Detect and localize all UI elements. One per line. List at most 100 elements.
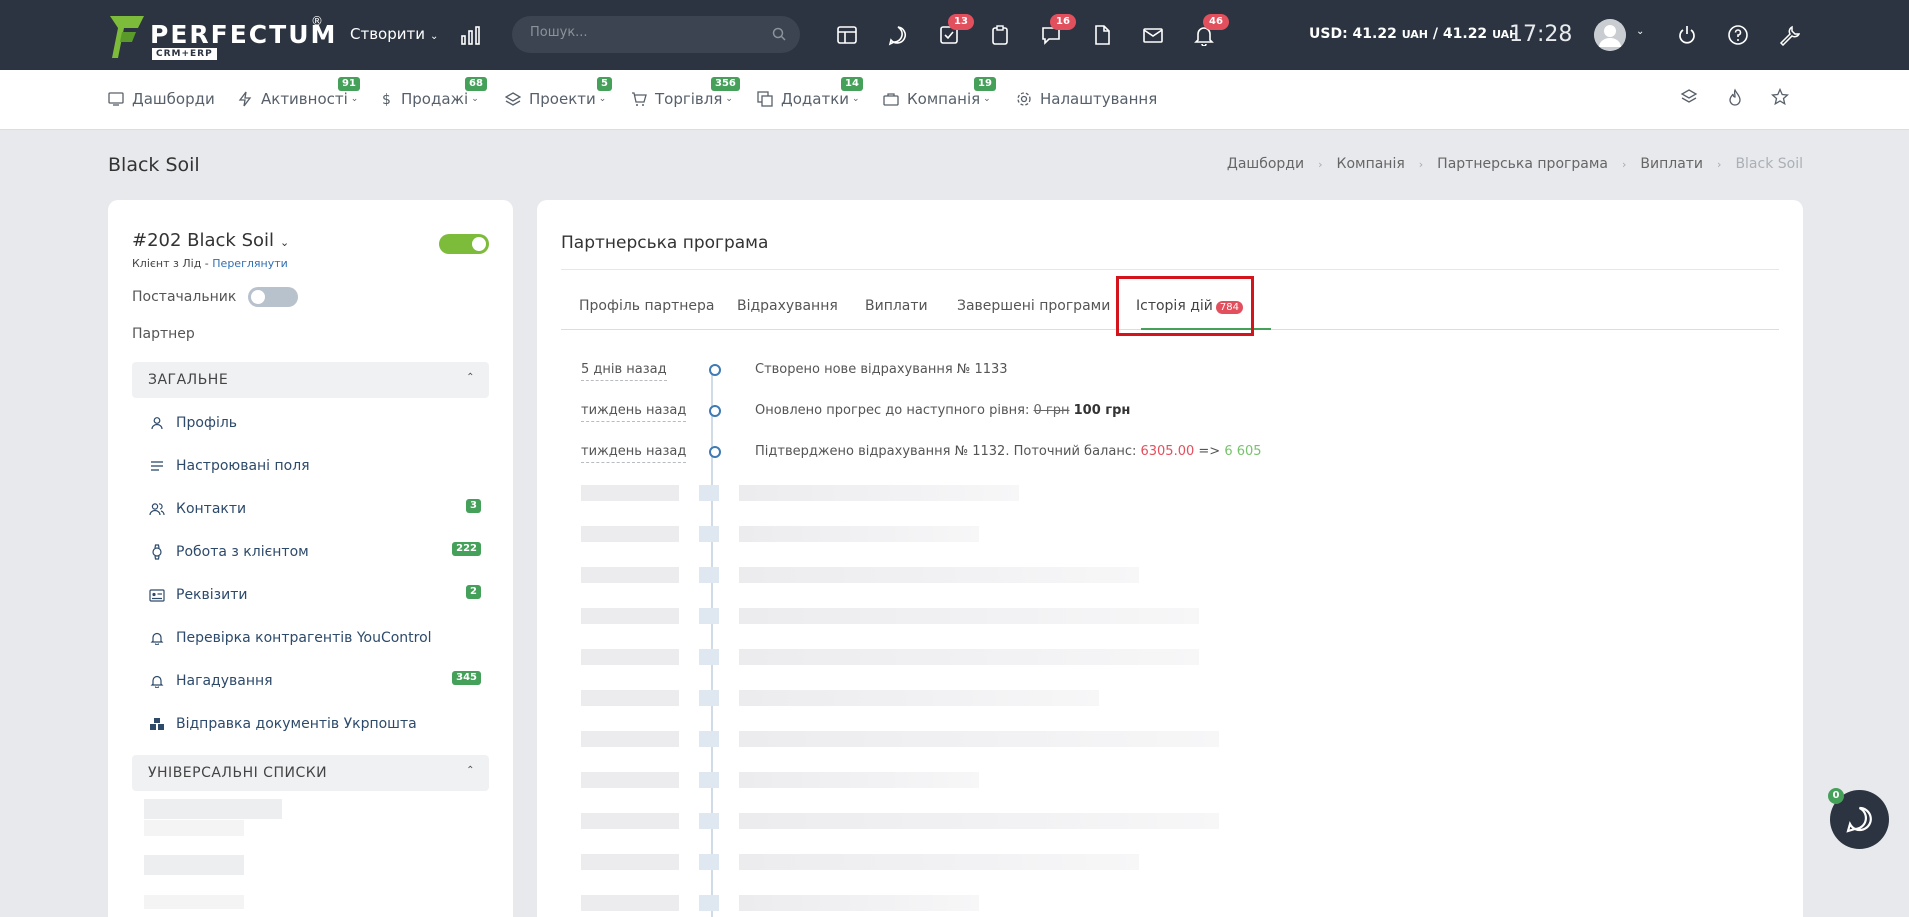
- section-universal-lists-header[interactable]: УНІВЕРСАЛЬНІ СПИСКИ ⌃: [132, 755, 489, 791]
- menu-label: Відправка документів Укрпошта: [176, 716, 417, 732]
- nav-item-settings[interactable]: Налаштування: [1016, 90, 1157, 108]
- search-icon[interactable]: [772, 27, 786, 41]
- layers-icon: [505, 92, 521, 106]
- logo-mark-icon: [110, 16, 144, 58]
- wrench-icon[interactable]: [1778, 24, 1802, 48]
- search-input[interactable]: [530, 25, 760, 40]
- document-icon[interactable]: [1091, 24, 1115, 48]
- nav-label: Додатки: [781, 90, 850, 108]
- clock: 17:28: [1509, 22, 1573, 47]
- breadcrumb-item[interactable]: Партнерська програма: [1437, 156, 1608, 172]
- timeline-time[interactable]: тиждень назад: [581, 403, 687, 422]
- blurred-row: [581, 649, 1281, 665]
- currency-separator: / 41.22: [1428, 26, 1493, 42]
- blurred-row: [581, 526, 1281, 542]
- chat-bubble-icon[interactable]: [887, 24, 911, 48]
- menu-item-requisites[interactable]: Реквізити 2: [148, 580, 481, 610]
- nav-badge: 356: [711, 77, 740, 91]
- mail-icon[interactable]: [1142, 24, 1166, 48]
- old-value: 0 грн: [1033, 403, 1070, 418]
- main-nav: Дашборди Активності ⌄ 91 $ Продажі ⌄ 68 Пр…: [0, 70, 1909, 130]
- breadcrumb-item[interactable]: Компанія: [1337, 156, 1405, 172]
- menu-item-contacts[interactable]: Контакти 3: [148, 494, 481, 524]
- nav-item-dashboards[interactable]: Дашборди: [108, 90, 215, 108]
- breadcrumb-item[interactable]: Дашборди: [1227, 156, 1304, 172]
- currency-unit: UAH: [1401, 28, 1429, 41]
- timeline-time[interactable]: 5 днів назад: [581, 362, 667, 381]
- nav-item-addons[interactable]: Додатки ⌄ 14: [757, 77, 863, 108]
- chevron-down-icon: ⌄: [725, 94, 733, 104]
- tab-partner-profile[interactable]: Профіль партнера: [579, 298, 715, 314]
- tasks-icon[interactable]: 13: [938, 14, 974, 48]
- menu-label: Реквізити: [176, 587, 248, 603]
- id-card-icon: [148, 588, 166, 602]
- blurred-cell: [699, 690, 719, 706]
- menu-badge: 222: [452, 542, 481, 556]
- menu-item-ukrposhta[interactable]: Відправка документів Укрпошта: [148, 709, 481, 739]
- active-toggle[interactable]: [439, 234, 489, 254]
- chevron-down-icon: ⌄: [430, 31, 439, 42]
- create-dropdown-button[interactable]: Створити ⌄: [350, 25, 438, 43]
- tab-deductions[interactable]: Відрахування: [737, 298, 838, 314]
- nav-item-projects[interactable]: Проекти ⌄ 5: [505, 77, 612, 108]
- blurred-cell: [739, 772, 979, 788]
- nav-badge: 14: [841, 77, 863, 91]
- menu-item-client-work[interactable]: Робота з клієнтом 222: [148, 537, 481, 567]
- layers-icon[interactable]: [1680, 88, 1698, 110]
- tab-completed-programs[interactable]: Завершені програми: [957, 298, 1110, 314]
- chat-widget-button[interactable]: 0: [1828, 788, 1889, 849]
- breadcrumb-item[interactable]: Виплати: [1640, 156, 1703, 172]
- bell-icon[interactable]: 46: [1193, 14, 1229, 48]
- section-title: УНІВЕРСАЛЬНІ СПИСКИ: [148, 765, 328, 781]
- power-icon[interactable]: [1676, 24, 1700, 48]
- timeline-text: Підтверджено відрахування № 1132. Поточн…: [755, 444, 1262, 459]
- kanban-icon[interactable]: [836, 24, 860, 48]
- dashboard-icon: [108, 92, 124, 106]
- client-name-dropdown[interactable]: #202 Black Soil ⌄: [132, 230, 289, 251]
- menu-label: Профіль: [176, 415, 238, 431]
- section-title: ЗАГАЛЬНЕ: [148, 372, 229, 388]
- blurred-row: [581, 567, 1281, 583]
- nav-item-trade[interactable]: Торгівля ⌄ 356: [631, 77, 740, 108]
- messages-icon[interactable]: 16: [1040, 14, 1076, 48]
- menu-item-reminders[interactable]: Нагадування 345: [148, 666, 481, 696]
- logo-text: PERFECTUM: [150, 20, 338, 49]
- help-icon[interactable]: [1727, 24, 1751, 48]
- menu-item-youcontrol[interactable]: Перевірка контрагентів YouControl: [148, 623, 481, 653]
- blurred-cell: [581, 649, 679, 665]
- section-general-header[interactable]: ЗАГАЛЬНЕ ⌃: [132, 362, 489, 398]
- client-card: #202 Black Soil ⌄ Клієнт з Лід - Переглян…: [108, 200, 513, 917]
- blurred-cell: [739, 526, 979, 542]
- supplier-toggle[interactable]: [248, 287, 298, 307]
- blurred-row: [581, 772, 1281, 788]
- nav-item-company[interactable]: Компанія ⌄ 19: [883, 77, 996, 108]
- divider: [561, 269, 1779, 270]
- gear-icon: [1017, 92, 1031, 106]
- blurred-cell: [739, 895, 979, 911]
- nav-item-sales[interactable]: $ Продажі ⌄ 68: [381, 77, 487, 108]
- chevron-down-icon: ⌄: [983, 94, 991, 104]
- menu-item-custom-fields[interactable]: Настроювані поля: [148, 451, 481, 481]
- perfectum-logo[interactable]: PERFECTUM CRM+ERP ®: [108, 14, 335, 60]
- view-link[interactable]: Переглянути: [212, 257, 287, 270]
- nav-item-activities[interactable]: Активності ⌄ 91: [237, 77, 360, 108]
- avatar[interactable]: [1594, 19, 1626, 51]
- star-icon[interactable]: [1770, 87, 1790, 110]
- blurred-cell: [699, 649, 719, 665]
- chevron-down-icon[interactable]: ⌄: [1636, 26, 1644, 37]
- nav-badge: 91: [338, 77, 360, 91]
- bar-chart-icon[interactable]: [460, 24, 482, 50]
- timeline-time[interactable]: тиждень назад: [581, 444, 687, 463]
- blurred-row: [581, 895, 1281, 911]
- page-title: Black Soil: [108, 154, 200, 176]
- blurred-cell: [739, 813, 1219, 829]
- blurred-row: [581, 854, 1281, 870]
- blurred-row: [581, 608, 1281, 624]
- boxes-icon: [148, 717, 166, 731]
- menu-item-profile[interactable]: Профіль: [148, 408, 481, 438]
- fire-icon[interactable]: [1726, 88, 1744, 110]
- clipboard-icon[interactable]: [989, 24, 1013, 48]
- chevron-right-icon: ›: [1717, 157, 1722, 171]
- chevron-down-icon: ⌄: [280, 236, 290, 249]
- tab-payouts[interactable]: Виплати: [865, 298, 928, 314]
